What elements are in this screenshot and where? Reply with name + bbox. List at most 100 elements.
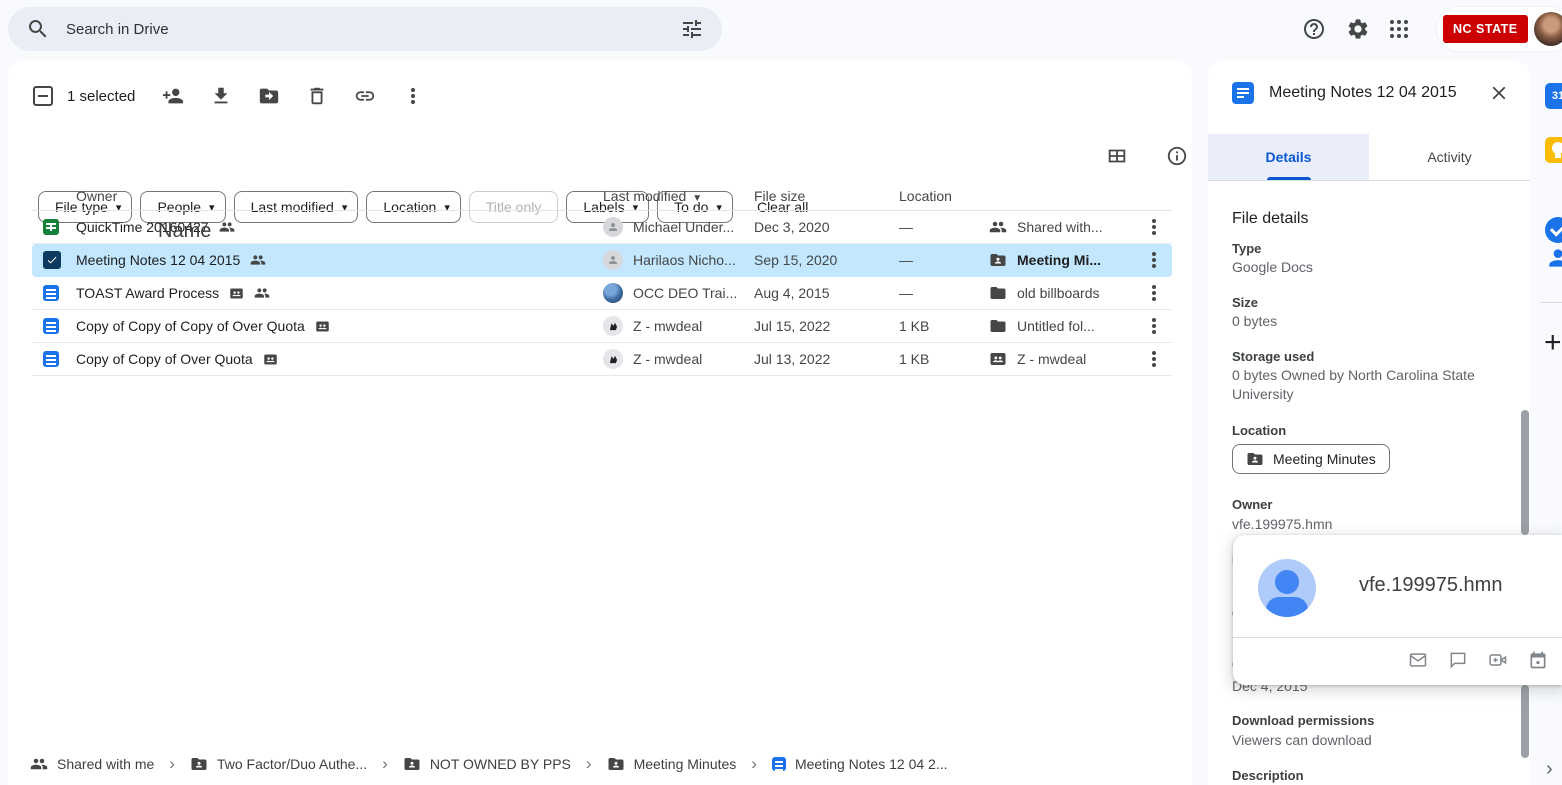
shared-people-icon [250, 252, 266, 268]
shared-people-icon [254, 285, 270, 301]
breadcrumb-folder[interactable]: Meeting Minutes [607, 755, 737, 773]
owner-hover-card: vfe.199975.hmn [1233, 535, 1562, 685]
docs-file-icon [772, 757, 786, 771]
column-header-name[interactable]: Name [158, 220, 211, 243]
help-icon[interactable] [1302, 17, 1326, 41]
panel-scrollbar-thumb[interactable] [1521, 410, 1529, 535]
divider [1540, 302, 1562, 303]
user-avatar[interactable] [1534, 12, 1562, 46]
field-value-storage: 0 bytes Owned by North Carolina State Un… [1232, 366, 1496, 404]
shared-with-me-icon [30, 755, 48, 773]
row-more-actions-button[interactable] [1138, 211, 1170, 243]
shared-drive-badge-icon [315, 319, 330, 334]
table-row[interactable]: Copy of Copy of Over Quota Z - mwdeal Ju… [32, 343, 1172, 376]
google-keep-icon[interactable] [1545, 137, 1562, 163]
field-label-location: Location [1232, 423, 1286, 438]
shared-folder-icon [190, 755, 208, 773]
breadcrumb-folder[interactable]: Two Factor/Duo Authe... [190, 755, 367, 773]
selection-count: 1 selected [67, 88, 135, 105]
search-bar[interactable] [8, 7, 722, 51]
breadcrumb-separator: › [751, 754, 757, 774]
field-value-download-permissions: Viewers can download [1232, 731, 1496, 750]
tab-activity[interactable]: Activity [1369, 134, 1530, 180]
chat-icon[interactable] [1448, 650, 1468, 670]
table-header: Name Owner Last modified▼ File size Loca… [32, 181, 1172, 211]
breadcrumb-current-file[interactable]: Meeting Notes 12 04 2... [772, 756, 948, 772]
copy-link-button[interactable] [341, 76, 389, 116]
field-label-owner: Owner [1232, 497, 1272, 512]
download-button[interactable] [197, 76, 245, 116]
docs-file-icon [43, 285, 59, 301]
tab-details[interactable]: Details [1208, 134, 1369, 180]
chevron-right-icon[interactable]: › [1546, 758, 1553, 781]
search-options-icon[interactable] [680, 17, 704, 41]
breadcrumb: Shared with me › Two Factor/Duo Authe...… [30, 743, 1182, 785]
column-header-size[interactable]: File size [754, 188, 899, 204]
close-icon[interactable] [1488, 82, 1510, 104]
column-header-modified[interactable]: Last modified▼ [603, 188, 754, 204]
google-tasks-icon[interactable] [1545, 217, 1562, 243]
field-value-type: Google Docs [1232, 258, 1496, 277]
row-more-actions-button[interactable] [1138, 244, 1170, 276]
move-to-folder-button[interactable] [245, 76, 293, 116]
field-label-type: Type [1232, 241, 1261, 256]
email-icon[interactable] [1408, 650, 1428, 670]
owner-avatar [603, 250, 623, 270]
folder-icon [989, 317, 1007, 335]
account-chip[interactable]: NC STATE [1437, 7, 1562, 51]
google-apps-icon[interactable] [1390, 20, 1408, 38]
select-all-checkbox[interactable] [33, 86, 53, 106]
trash-button[interactable] [293, 76, 341, 116]
field-label-size: Size [1232, 295, 1258, 310]
owner-avatar [603, 316, 623, 336]
calendar-icon[interactable] [1528, 650, 1548, 670]
field-value-size: 0 bytes [1232, 312, 1496, 331]
breadcrumb-shared-with-me[interactable]: Shared with me [30, 755, 154, 773]
google-contacts-icon[interactable] [1545, 245, 1562, 271]
shared-drive-icon [989, 350, 1007, 368]
shared-folder-icon [607, 755, 625, 773]
shared-drive-badge-icon [229, 286, 244, 301]
shared-folder-icon [403, 755, 421, 773]
shared-with-me-icon [989, 218, 1007, 236]
column-header-location[interactable]: Location [899, 188, 989, 204]
divider [1233, 637, 1562, 638]
video-call-icon[interactable] [1488, 650, 1508, 670]
row-more-actions-button[interactable] [1138, 310, 1170, 342]
google-calendar-icon[interactable]: 31 [1545, 83, 1562, 109]
docs-file-icon [43, 318, 59, 334]
hover-card-name: vfe.199975.hmn [1359, 574, 1502, 597]
more-actions-button[interactable] [389, 76, 437, 116]
settings-gear-icon[interactable] [1346, 17, 1370, 41]
panel-scrollbar-thumb[interactable] [1521, 685, 1529, 758]
row-more-actions-button[interactable] [1138, 343, 1170, 375]
table-row[interactable]: Copy of Copy of Copy of Over Quota Z - m… [32, 310, 1172, 343]
table-row[interactable]: TOAST Award Process OCC DEO Trai... Aug … [32, 277, 1172, 310]
field-label-description: Description [1232, 768, 1304, 783]
owner-avatar [603, 349, 623, 369]
shared-people-icon [219, 219, 235, 235]
table-row-selected[interactable]: Meeting Notes 12 04 2015 Harilaos Nicho.… [32, 244, 1172, 277]
row-more-actions-button[interactable] [1138, 277, 1170, 309]
sheets-file-icon [43, 219, 59, 235]
breadcrumb-folder[interactable]: NOT OWNED BY PPS [403, 755, 571, 773]
file-details-heading: File details [1232, 210, 1496, 228]
grid-view-button[interactable] [1093, 136, 1141, 176]
column-header-owner[interactable]: Owner [76, 188, 603, 204]
info-button[interactable] [1153, 136, 1201, 176]
location-chip[interactable]: Meeting Minutes [1232, 444, 1390, 474]
add-panel-icon[interactable]: + [1544, 330, 1562, 356]
field-label-download-permissions: Download permissions [1232, 713, 1374, 728]
search-input[interactable] [66, 21, 680, 38]
folder-icon [989, 284, 1007, 302]
panel-title: Meeting Notes 12 04 2015 [1269, 84, 1473, 102]
row-checkbox-checked[interactable] [43, 251, 61, 269]
docs-file-icon [43, 351, 59, 367]
breadcrumb-separator: › [586, 754, 592, 774]
field-value-owner: vfe.199975.hmn [1232, 515, 1496, 534]
file-list-panel: 1 selected File type▾ People▾ Last modif… [8, 60, 1192, 785]
share-button[interactable] [149, 76, 197, 116]
breadcrumb-separator: › [382, 754, 388, 774]
shared-folder-icon [989, 251, 1007, 269]
docs-file-icon [1232, 82, 1254, 104]
